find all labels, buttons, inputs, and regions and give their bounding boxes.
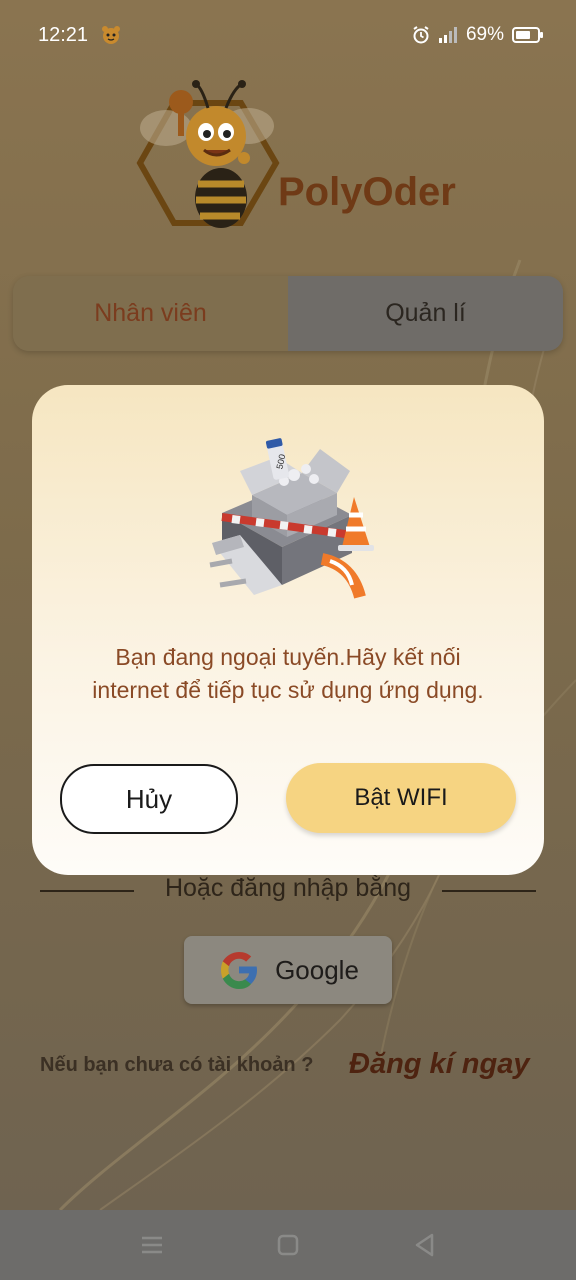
register-link[interactable]: Đăng kí ngay: [349, 1048, 530, 1081]
status-icons: 69%: [412, 24, 543, 46]
cancel-button[interactable]: Hủy: [60, 764, 238, 834]
menu-icon[interactable]: [139, 1232, 165, 1258]
offline-message-line2: internet để tiếp tục sử dụng ứng dụng.: [92, 677, 484, 703]
status-time: 12:21: [38, 24, 89, 46]
system-nav-bar: [0, 1210, 576, 1280]
offline-message: Bạn đang ngoại tuyến.Hãy kết nối interne…: [52, 641, 524, 707]
battery-icon: [512, 27, 543, 43]
google-login-button[interactable]: Google: [184, 936, 392, 1004]
signal-icon: [438, 27, 457, 43]
tab-staff[interactable]: Nhân viên: [13, 276, 288, 351]
signup-row: Nếu bạn chưa có tài khoản ? Đăng kí ngay: [40, 1046, 550, 1086]
google-icon: [221, 952, 258, 989]
divider-right: [442, 890, 536, 892]
offline-message-line1: Bạn đang ngoại tuyến.Hãy kết nối: [115, 644, 461, 670]
back-icon[interactable]: [412, 1232, 438, 1258]
bee-logo: [136, 80, 280, 228]
tab-manager[interactable]: Quản lí: [288, 276, 563, 351]
or-login-label: Hoặc đăng nhập bằng: [164, 874, 412, 902]
alarm-icon: [413, 26, 429, 44]
app-name: PolyOder: [278, 170, 456, 214]
no-account-text: Nếu bạn chưa có tài khoản ?: [40, 1054, 314, 1076]
broken-box-illustration: 500: [209, 438, 374, 599]
home-icon[interactable]: [275, 1232, 301, 1258]
battery-percent: 69%: [465, 24, 504, 45]
status-bar: 12:21 69%: [0, 0, 576, 70]
offline-dialog: 500 Bạn đang ngoại tuyến.Hãy kết nối int…: [32, 385, 544, 875]
role-switch: Nhân viên Quản lí: [13, 276, 563, 351]
tiger-icon: [102, 26, 120, 44]
google-label: Google: [275, 954, 359, 985]
enable-wifi-button[interactable]: Bật WIFI: [286, 763, 516, 833]
